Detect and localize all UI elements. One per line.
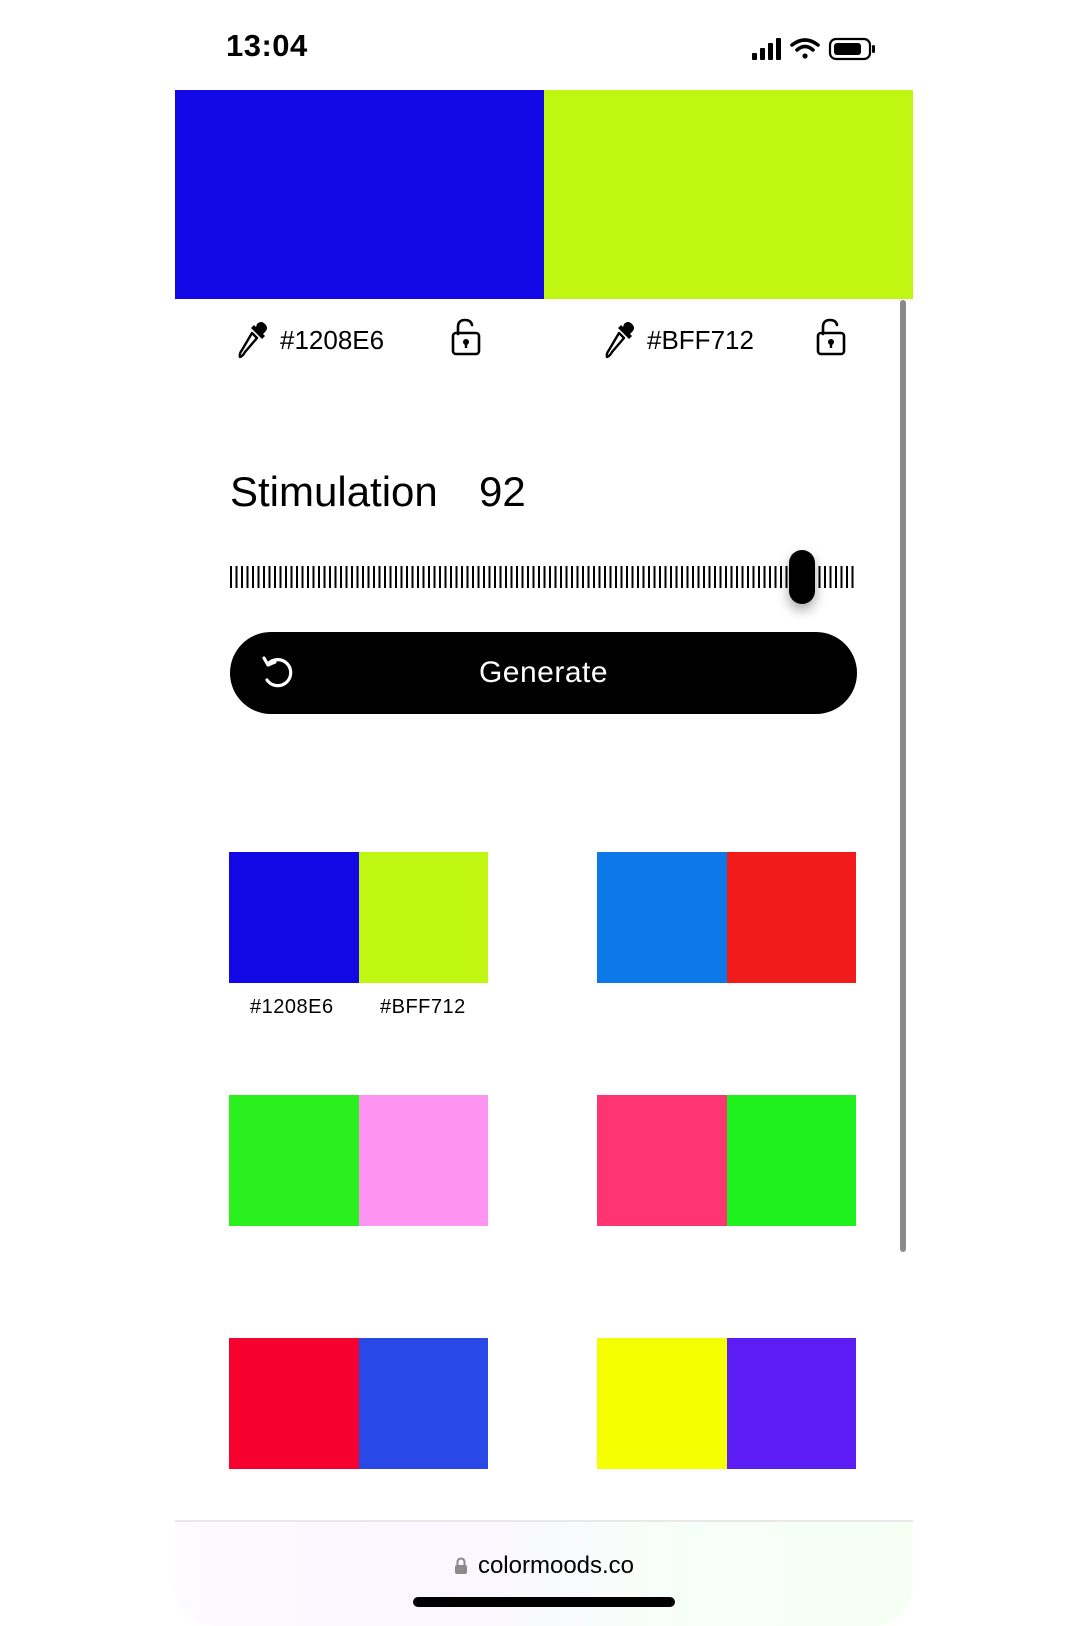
unlock-icon-left[interactable] (450, 317, 482, 357)
palette-2-swatch-b (726, 852, 856, 983)
palette-1-swatch-a (229, 852, 359, 983)
palette-2-swatch-a (597, 852, 727, 983)
slider-thumb[interactable] (789, 550, 815, 604)
battery-icon (828, 37, 875, 61)
hero-swatch-right[interactable] (544, 90, 913, 299)
hero-swatch-left[interactable] (175, 90, 544, 299)
status-time: 13:04 (226, 28, 308, 63)
palette-card-6[interactable] (597, 1338, 856, 1469)
hero-right-hex: #BFF712 (647, 324, 754, 355)
palette-4-swatch-b (726, 1095, 856, 1226)
status-icons (752, 37, 875, 61)
palette-1-swatch-b (358, 852, 488, 983)
eyedropper-icon[interactable] (236, 320, 270, 360)
wifi-icon (790, 38, 820, 59)
palette-card-4[interactable] (597, 1095, 856, 1226)
hero-right-hex-row: #BFF712 (603, 320, 754, 360)
generate-button[interactable]: Generate (230, 632, 857, 714)
browser-address-bar[interactable]: colormoods.co (175, 1520, 913, 1626)
lock-icon (454, 1557, 467, 1574)
palette-5-swatch-a (229, 1338, 359, 1469)
palette-6-swatch-a (597, 1338, 727, 1469)
scrollbar[interactable] (900, 300, 906, 1252)
home-indicator[interactable] (413, 1597, 675, 1607)
url-text: colormoods.co (477, 1552, 635, 1579)
cellular-signal-icon (752, 38, 781, 60)
palette-card-1[interactable] (229, 852, 488, 983)
stimulation-slider[interactable] (230, 548, 856, 606)
palette-4-swatch-a (597, 1095, 727, 1226)
refresh-icon (262, 656, 293, 688)
palette-1-hex-b: #BFF712 (380, 996, 466, 1018)
hero-left-hex: #1208E6 (280, 324, 385, 355)
eyedropper-icon[interactable] (603, 320, 637, 360)
palette-card-3[interactable] (229, 1095, 488, 1226)
stimulation-label: Stimulation (230, 468, 438, 515)
palette-1-hex-a: #1208E6 (250, 996, 334, 1018)
palette-card-5[interactable] (229, 1338, 488, 1469)
slider-track[interactable] (230, 566, 856, 588)
palette-3-swatch-b (358, 1095, 488, 1226)
hero-left-hex-row: #1208E6 (236, 320, 384, 360)
palette-3-swatch-a (229, 1095, 359, 1226)
palette-5-swatch-b (358, 1338, 488, 1469)
stimulation-value: 92 (479, 468, 526, 515)
palette-6-swatch-b (726, 1338, 856, 1469)
palette-card-2[interactable] (597, 852, 856, 983)
unlock-icon-right[interactable] (815, 317, 847, 357)
generate-label: Generate (478, 656, 609, 689)
